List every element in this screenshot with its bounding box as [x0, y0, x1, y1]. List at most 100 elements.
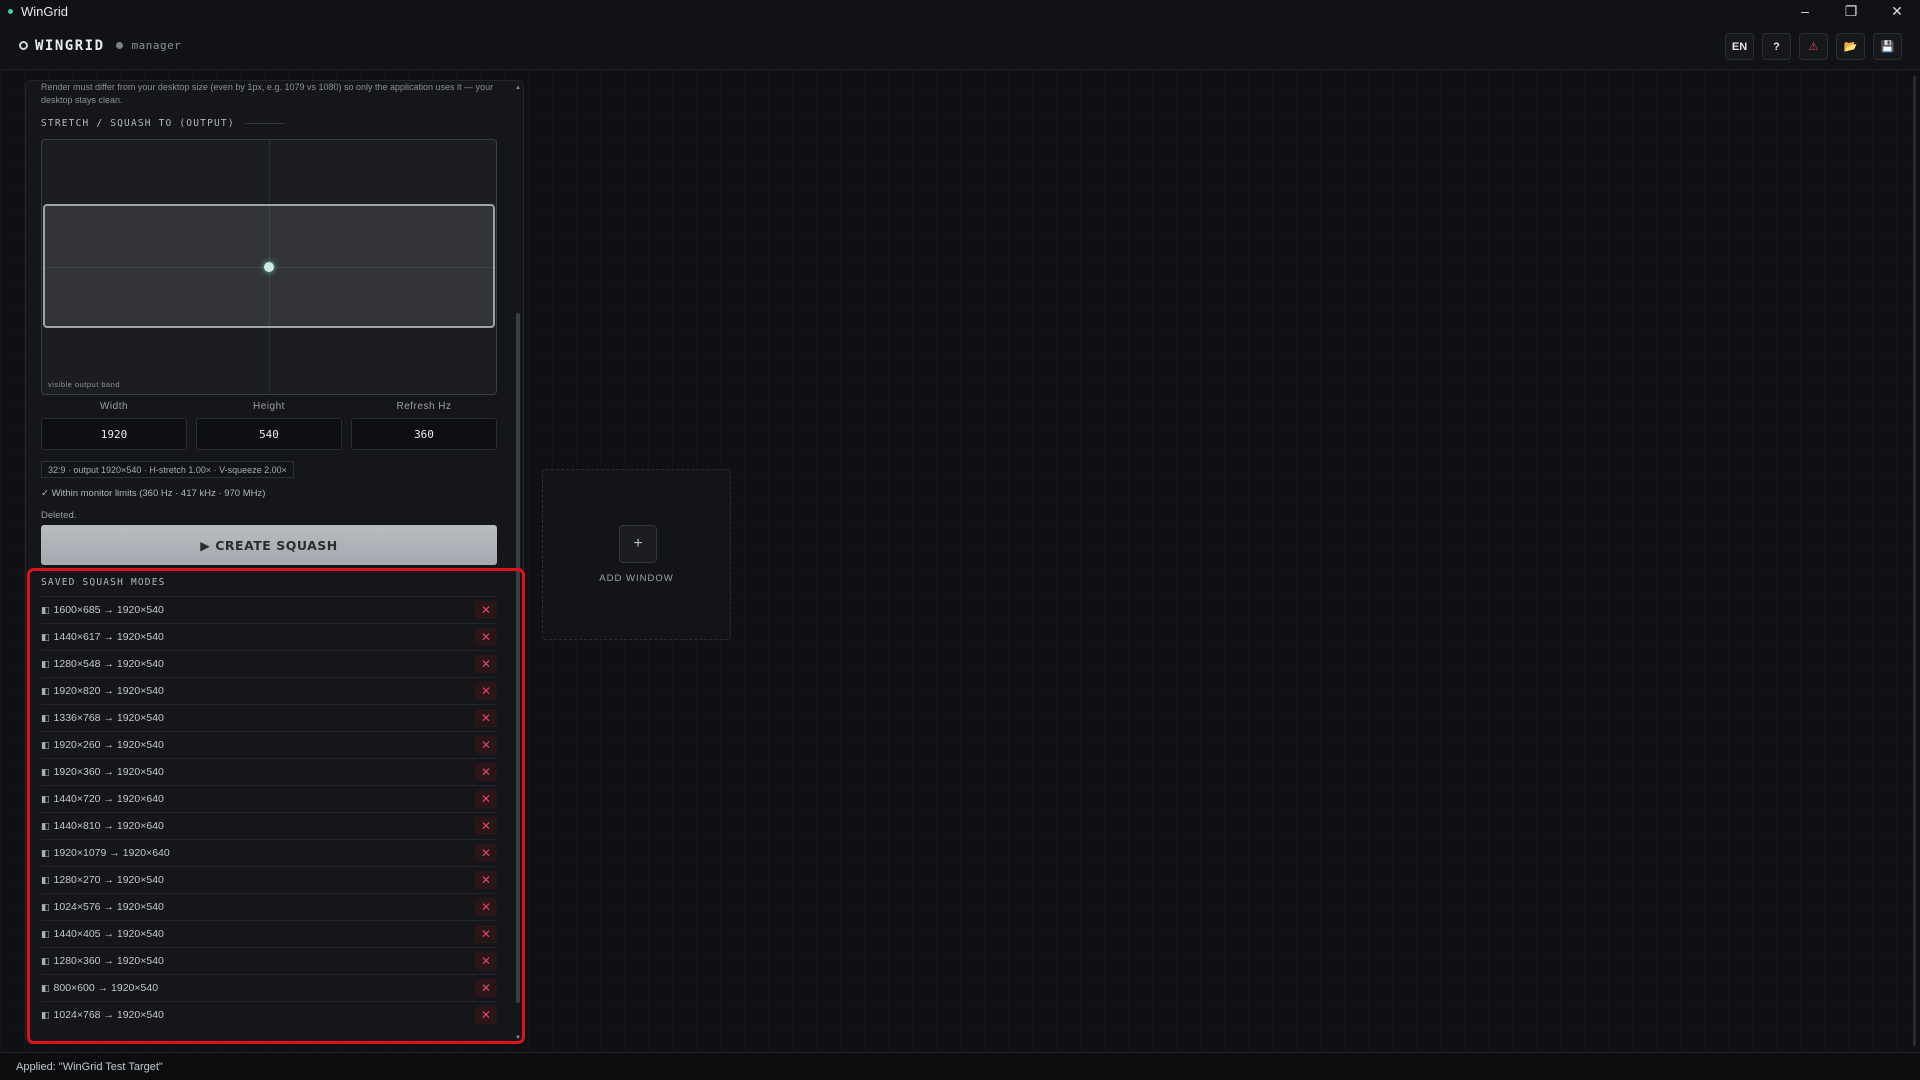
saved-mode-text: 1024×768 → 1920×540	[53, 1009, 164, 1021]
saved-mode-row[interactable]: ◧ 1920×260 → 1920×540 ✕	[41, 731, 497, 758]
squash-panel: Render must differ from your desktop siz…	[25, 80, 524, 1044]
app-icon	[8, 8, 13, 14]
window-titlebar: WinGrid – ❐ ✕	[0, 0, 1920, 22]
display-mode-icon: ◧	[41, 685, 50, 696]
panel-scroll-thumb[interactable]	[516, 313, 520, 1003]
panel-scrollbar[interactable]: ▲ ▼	[515, 85, 521, 1041]
delete-mode-button[interactable]: ✕	[475, 817, 497, 835]
delete-mode-button[interactable]: ✕	[475, 925, 497, 943]
saved-mode-row[interactable]: ◧ 1024×576 → 1920×540 ✕	[41, 893, 497, 920]
minimize-button[interactable]: –	[1782, 0, 1828, 22]
saved-modes-list: ◧ 1600×685 → 1920×540 ✕ ◧ 1440×617 → 1920×54…	[41, 596, 497, 1028]
saved-mode-text: 1336×768 → 1920×540	[53, 712, 164, 724]
display-mode-icon: ◧	[41, 820, 50, 831]
main-scrollbar[interactable]	[1910, 70, 1920, 1052]
restore-button[interactable]: ❐	[1828, 0, 1874, 22]
app-header: WINGRID manager EN ? ⚠ 📂 💾	[0, 22, 1920, 70]
output-preview[interactable]: visible output band	[41, 139, 497, 395]
saved-mode-row[interactable]: ◧ 800×600 → 1920×540 ✕	[41, 974, 497, 1001]
saved-mode-label: ◧ 1440×810 → 1920×640	[41, 820, 164, 832]
saved-mode-label: ◧ 1024×768 → 1920×540	[41, 1009, 164, 1021]
saved-mode-row[interactable]: ◧ 1920×1079 → 1920×640 ✕	[41, 839, 497, 866]
status-bar: Applied: "WinGrid Test Target"	[0, 1052, 1920, 1080]
saved-mode-text: 1280×548 → 1920×540	[53, 658, 164, 670]
delete-mode-button[interactable]: ✕	[475, 628, 497, 646]
delete-mode-button[interactable]: ✕	[475, 898, 497, 916]
saved-mode-text: 1920×1079 → 1920×640	[53, 847, 170, 859]
delete-mode-button[interactable]: ✕	[475, 871, 497, 889]
delete-mode-button[interactable]: ✕	[475, 736, 497, 754]
add-window-tile[interactable]: + ADD WINDOW	[542, 469, 731, 640]
warning-icon[interactable]: ⚠	[1799, 33, 1828, 60]
delete-mode-button[interactable]: ✕	[475, 1006, 497, 1024]
saved-mode-text: 1920×360 → 1920×540	[53, 766, 164, 778]
delete-mode-button[interactable]: ✕	[475, 709, 497, 727]
plus-icon[interactable]: +	[619, 525, 657, 563]
delete-mode-button[interactable]: ✕	[475, 682, 497, 700]
open-folder-icon[interactable]: 📂	[1836, 33, 1865, 60]
delete-mode-button[interactable]: ✕	[475, 790, 497, 808]
save-icon[interactable]: 💾	[1873, 33, 1902, 60]
action-status: Deleted.	[41, 510, 77, 521]
saved-mode-row[interactable]: ◧ 1280×548 → 1920×540 ✕	[41, 650, 497, 677]
saved-mode-row[interactable]: ◧ 1024×768 → 1920×540 ✕	[41, 1001, 497, 1028]
saved-mode-row[interactable]: ◧ 1440×617 → 1920×540 ✕	[41, 623, 497, 650]
preview-caption: visible output band	[48, 380, 121, 389]
saved-mode-label: ◧ 1440×720 → 1920×640	[41, 793, 164, 805]
saved-mode-label: ◧ 1920×820 → 1920×540	[41, 685, 164, 697]
saved-mode-text: 1920×260 → 1920×540	[53, 739, 164, 751]
display-mode-icon: ◧	[41, 604, 50, 615]
brand-separator-dot	[115, 42, 123, 49]
saved-mode-row[interactable]: ◧ 1280×360 → 1920×540 ✕	[41, 947, 497, 974]
saved-mode-label: ◧ 1920×360 → 1920×540	[41, 766, 164, 778]
delete-mode-button[interactable]: ✕	[475, 763, 497, 781]
height-label: Height	[253, 401, 285, 412]
output-summary: 32:9 · output 1920×540 · H-stretch 1.00×…	[41, 461, 294, 478]
saved-mode-text: 1024×576 → 1920×540	[53, 901, 164, 913]
delete-mode-button[interactable]: ✕	[475, 655, 497, 673]
width-label: Width	[99, 401, 129, 412]
saved-mode-text: 1440×617 → 1920×540	[53, 631, 164, 643]
saved-mode-label: ◧ 1440×617 → 1920×540	[41, 631, 164, 643]
display-mode-icon: ◧	[41, 793, 50, 804]
monitor-limits-status: ✓ Within monitor limits (360 Hz · 417 kH…	[41, 488, 266, 499]
section-divider	[244, 123, 285, 124]
saved-mode-row[interactable]: ◧ 1440×810 → 1920×640 ✕	[41, 812, 497, 839]
saved-mode-label: ◧ 1280×360 → 1920×540	[41, 955, 164, 967]
saved-mode-row[interactable]: ◧ 1280×270 → 1920×540 ✕	[41, 866, 497, 893]
band-center-handle[interactable]	[264, 262, 274, 272]
refresh-input[interactable]: 360	[351, 418, 497, 450]
brand-name: WINGRID	[35, 37, 105, 54]
brand-ring-icon	[19, 41, 28, 50]
delete-mode-button[interactable]: ✕	[475, 979, 497, 997]
create-squash-button[interactable]: ▶ CREATE SQUASH	[41, 525, 497, 565]
delete-mode-button[interactable]: ✕	[475, 844, 497, 862]
close-button[interactable]: ✕	[1874, 0, 1920, 22]
scroll-up-icon[interactable]: ▲	[515, 85, 521, 91]
delete-mode-button[interactable]: ✕	[475, 952, 497, 970]
saved-mode-row[interactable]: ◧ 1920×820 → 1920×540 ✕	[41, 677, 497, 704]
main-scroll-thumb[interactable]	[1913, 76, 1916, 1046]
saved-mode-label: ◧ 1336×768 → 1920×540	[41, 712, 164, 724]
saved-mode-row[interactable]: ◧ 1336×768 → 1920×540 ✕	[41, 704, 497, 731]
display-mode-icon: ◧	[41, 739, 50, 750]
help-button[interactable]: ?	[1762, 33, 1791, 60]
saved-mode-row[interactable]: ◧ 1600×685 → 1920×540 ✕	[41, 596, 497, 623]
display-mode-icon: ◧	[41, 766, 50, 777]
header-toolbar: EN ? ⚠ 📂 💾	[1725, 33, 1902, 60]
saved-mode-row[interactable]: ◧ 1440×405 → 1920×540 ✕	[41, 920, 497, 947]
scroll-down-icon[interactable]: ▼	[515, 1035, 521, 1041]
display-mode-icon: ◧	[41, 982, 50, 993]
status-text: Applied: "WinGrid Test Target"	[16, 1060, 163, 1073]
saved-mode-row[interactable]: ◧ 1440×720 → 1920×640 ✕	[41, 785, 497, 812]
saved-mode-label: ◧ 1600×685 → 1920×540	[41, 604, 164, 616]
display-mode-icon: ◧	[41, 1009, 50, 1020]
saved-mode-row[interactable]: ◧ 1920×360 → 1920×540 ✕	[41, 758, 497, 785]
height-input[interactable]: 540	[196, 418, 342, 450]
language-button[interactable]: EN	[1725, 33, 1754, 60]
width-input[interactable]: 1920	[41, 418, 187, 450]
saved-mode-label: ◧ 1920×260 → 1920×540	[41, 739, 164, 751]
saved-mode-text: 1600×685 → 1920×540	[53, 604, 164, 616]
saved-mode-text: 1440×810 → 1920×640	[53, 820, 164, 832]
delete-mode-button[interactable]: ✕	[475, 601, 497, 619]
